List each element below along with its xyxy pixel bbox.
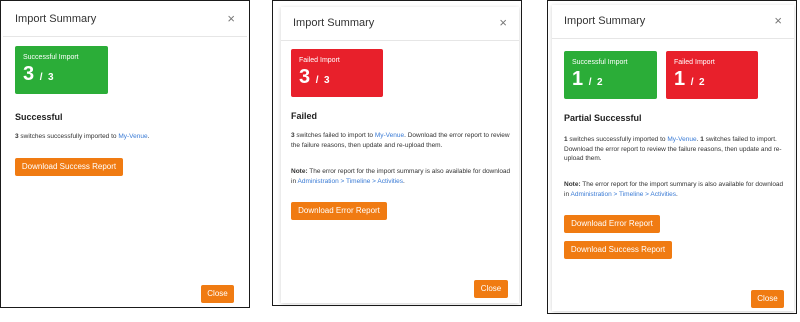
failed-summary-dialog: Import Summary × Failed Import 3 / 3 Fai… (281, 7, 519, 303)
close-icon[interactable]: × (227, 12, 235, 25)
count-separator: / (315, 75, 319, 86)
venue-link[interactable]: My-Venue (667, 136, 696, 143)
download-success-report-button[interactable]: Download Success Report (564, 241, 672, 259)
count-total: 3 (324, 75, 330, 86)
import-count: 1 / 2 (674, 67, 705, 95)
dialog-title: Import Summary (564, 15, 646, 27)
download-error-report-button[interactable]: Download Error Report (291, 202, 387, 220)
note-text: Note: The error report for the import su… (291, 167, 511, 186)
dialog-title: Import Summary (293, 17, 375, 29)
close-button[interactable]: Close (751, 290, 784, 308)
partial-summary-frame: Import Summary × Successful Import 1 / 2… (547, 0, 797, 314)
successful-import-card: Successful Import 3 / 3 (15, 46, 108, 94)
dialog-title: Import Summary (15, 13, 97, 25)
success-summary-frame: Import Summary × Successful Import 3 / 3… (0, 0, 250, 308)
close-icon[interactable]: × (499, 16, 507, 29)
count-value: 3 (299, 66, 311, 88)
note-label: Note: (564, 181, 581, 188)
count-total: 3 (48, 72, 54, 83)
partial-summary-dialog: Import Summary × Successful Import 1 / 2… (552, 5, 794, 311)
message-end: . (147, 133, 150, 140)
activities-link[interactable]: Administration > Timeline > Activities (571, 191, 677, 198)
note-end: . (676, 190, 678, 198)
count-separator: / (690, 77, 694, 88)
count-separator: / (588, 77, 592, 88)
venue-link[interactable]: My-Venue (375, 132, 404, 139)
card-label: Successful Import (23, 54, 79, 61)
close-button[interactable]: Close (201, 285, 234, 303)
dialog-header: Import Summary × (552, 5, 794, 39)
failed-summary-frame: Import Summary × Failed Import 3 / 3 Fai… (272, 0, 522, 306)
note-end: . (403, 177, 405, 185)
card-label: Successful Import (572, 59, 628, 66)
status-message: 3 switches successfully imported to My-V… (15, 132, 235, 142)
dialog-header: Import Summary × (3, 3, 247, 37)
status-message: 3 switches failed to import to My-Venue.… (291, 131, 511, 150)
venue-link[interactable]: My-Venue (118, 133, 147, 140)
success-summary-dialog: Import Summary × Successful Import 3 / 3… (3, 3, 247, 305)
status-heading: Successful (15, 112, 63, 122)
note-text: Note: The error report for the import su… (564, 180, 786, 199)
message-text: switches successfully imported to (18, 133, 119, 140)
status-heading: Failed (291, 111, 318, 121)
count-total: 2 (699, 77, 705, 88)
import-count: 3 / 3 (299, 65, 330, 93)
activities-link[interactable]: Administration > Timeline > Activities (298, 178, 404, 185)
count-value: 1 (572, 68, 584, 90)
count-total: 2 (597, 77, 603, 88)
note-label: Note: (291, 168, 308, 175)
count-value: 1 (674, 68, 686, 90)
import-count: 1 / 2 (572, 67, 603, 95)
status-heading: Partial Successful (564, 113, 642, 123)
import-count: 3 / 3 (23, 62, 54, 90)
download-success-report-button[interactable]: Download Success Report (15, 158, 123, 176)
failed-import-card: Failed Import 3 / 3 (291, 49, 383, 97)
close-icon[interactable]: × (774, 14, 782, 27)
failed-import-card: Failed Import 1 / 2 (666, 51, 758, 99)
message-text: switches failed to import to (294, 132, 375, 139)
count-separator: / (39, 72, 43, 83)
card-label: Failed Import (299, 57, 340, 64)
dialog-header: Import Summary × (281, 7, 519, 41)
count-value: 3 (23, 63, 35, 85)
close-button[interactable]: Close (474, 280, 508, 298)
successful-import-card: Successful Import 1 / 2 (564, 51, 657, 99)
status-message: 1 switches successfully imported to My-V… (564, 135, 786, 164)
message-text: switches successfully imported to (567, 136, 668, 143)
card-label: Failed Import (674, 59, 715, 66)
download-error-report-button[interactable]: Download Error Report (564, 215, 660, 233)
